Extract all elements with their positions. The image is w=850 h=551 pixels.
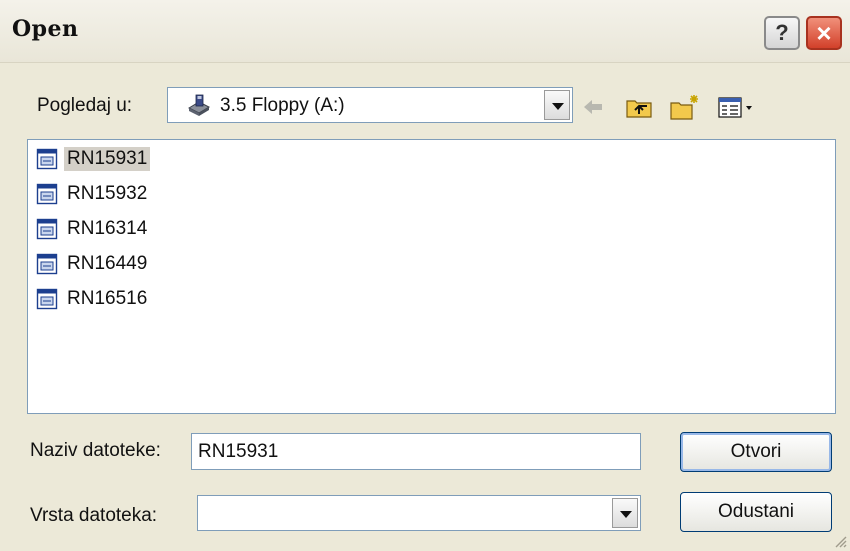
- help-button[interactable]: ?: [764, 16, 800, 50]
- file-name-value: RN15931: [198, 441, 279, 462]
- open-button[interactable]: Otvori: [680, 432, 832, 472]
- new-folder-icon[interactable]: [668, 92, 702, 122]
- look-in-dropdown[interactable]: 3.5 Floppy (A:): [167, 87, 573, 123]
- file-name-label: Naziv datoteke:: [30, 440, 161, 461]
- file-name: RN16516: [67, 288, 148, 309]
- file-type-dropdown-arrow[interactable]: [612, 498, 638, 528]
- file-name: RN16449: [67, 253, 148, 274]
- file-icon: [36, 183, 58, 205]
- view-menu-icon[interactable]: [717, 92, 757, 122]
- file-name: RN15931: [64, 147, 151, 171]
- file-name: RN16314: [67, 218, 148, 239]
- back-arrow-icon[interactable]: [581, 92, 605, 122]
- look-in-label: Pogledaj u:: [37, 95, 133, 116]
- file-icon: [36, 253, 58, 275]
- file-icon: [36, 218, 58, 240]
- help-icon: ?: [775, 20, 789, 45]
- file-name-input[interactable]: RN15931: [191, 433, 641, 470]
- cancel-button[interactable]: Odustani: [680, 492, 832, 532]
- file-type-dropdown[interactable]: [197, 495, 641, 531]
- floppy-drive-icon: [187, 94, 211, 116]
- close-button[interactable]: ×: [806, 16, 842, 50]
- file-icon: [36, 288, 58, 310]
- title-bar: Open ? ×: [0, 0, 850, 63]
- file-list[interactable]: RN15931 RN15932 RN16314 RN16449 RN16516: [27, 139, 836, 414]
- open-dialog: Open ? × Pogledaj u: 3.5 Floppy (A:) RN1…: [0, 0, 850, 551]
- dialog-title: Open: [12, 16, 79, 42]
- file-type-label: Vrsta datoteka:: [30, 505, 158, 526]
- file-icon: [36, 148, 58, 170]
- up-folder-icon[interactable]: [624, 92, 654, 122]
- file-name: RN15932: [67, 183, 148, 204]
- look-in-dropdown-arrow[interactable]: [544, 90, 570, 120]
- look-in-value: 3.5 Floppy (A:): [220, 95, 345, 116]
- close-icon: ×: [816, 18, 832, 48]
- resize-grip-icon[interactable]: [832, 533, 848, 549]
